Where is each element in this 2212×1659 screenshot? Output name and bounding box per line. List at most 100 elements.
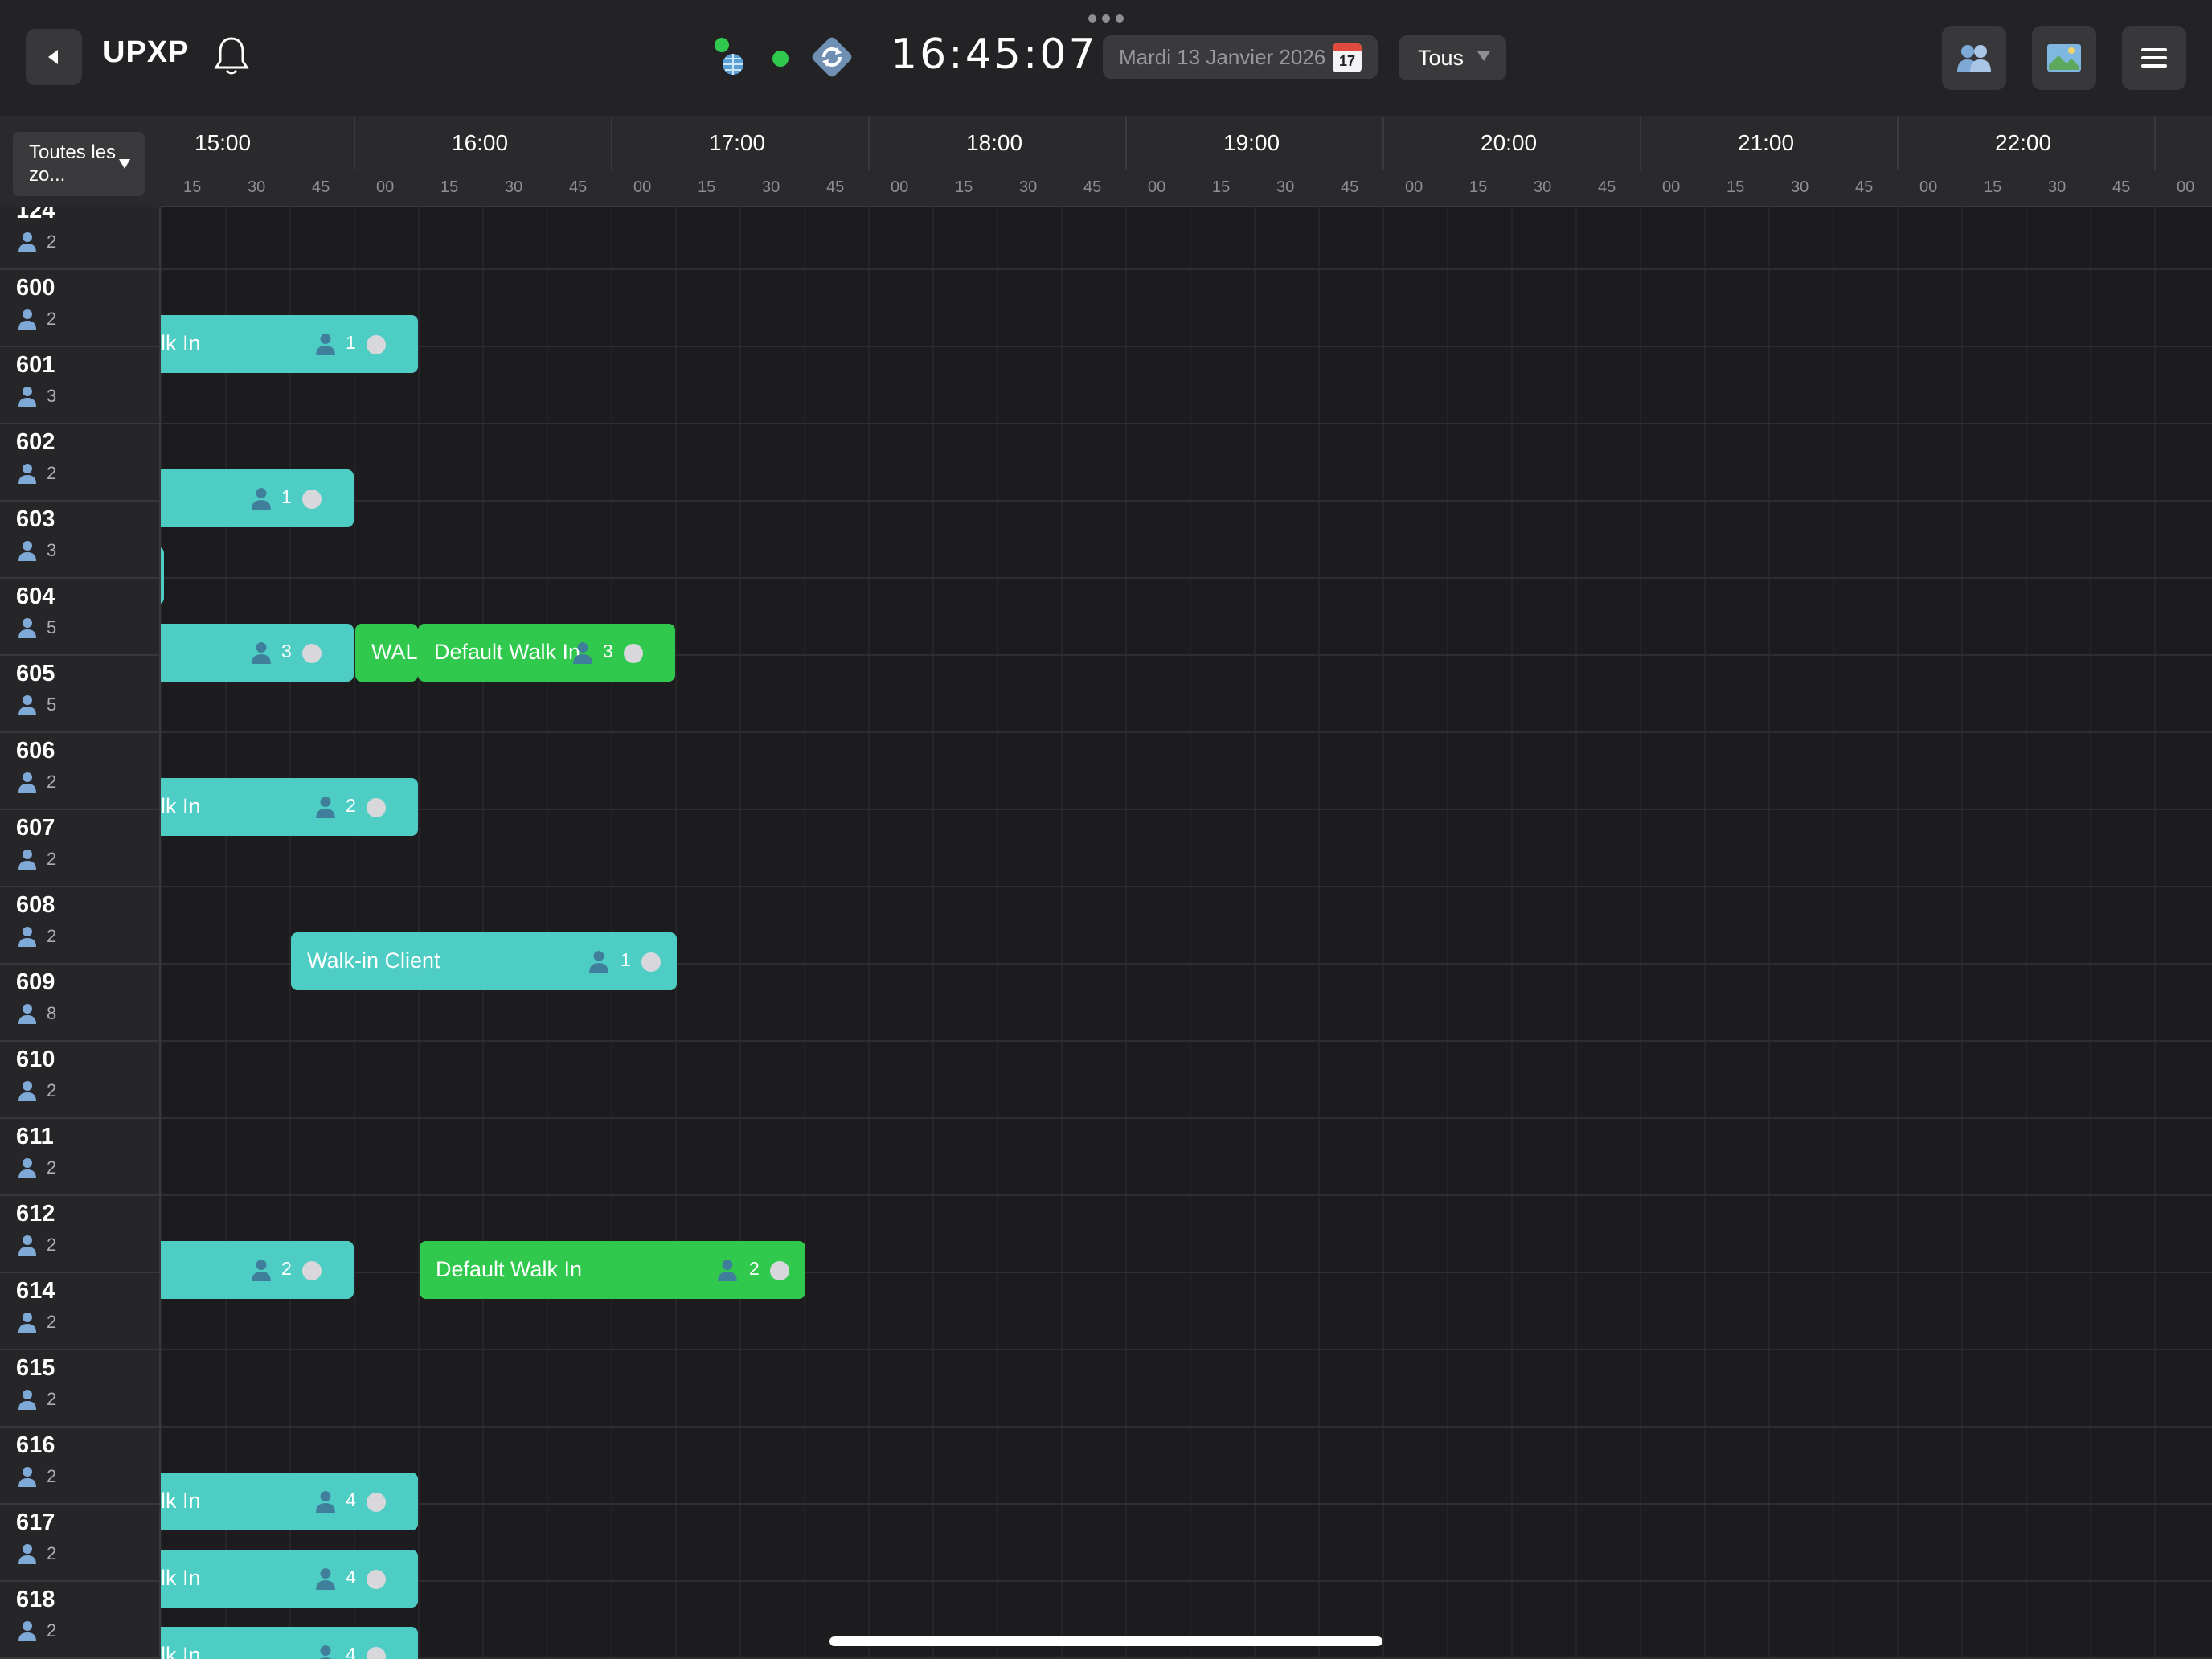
reservation-block[interactable]: Walk-in Client 1 (291, 932, 677, 990)
grid-column-line (225, 207, 227, 1659)
minute-tick: 00 (2177, 178, 2195, 196)
reservation-name: Walk-in Client (307, 948, 440, 973)
hour-divider (611, 117, 612, 170)
grid-row-line (161, 1117, 2212, 1119)
table-row-label[interactable]: 604 5 (0, 579, 159, 656)
table-row-label[interactable]: 602 2 (0, 424, 159, 502)
floor-plan-button[interactable] (2032, 26, 2096, 90)
grid-column-line (1125, 207, 1127, 1659)
reservation-block[interactable]: lk In 4 (161, 1473, 418, 1530)
table-row-label[interactable]: 617 2 (0, 1505, 159, 1582)
grid-row-line (161, 346, 2212, 347)
status-dot-icon (367, 798, 386, 817)
minute-tick: 30 (248, 178, 266, 196)
reservation-block[interactable]: lk In 2 (161, 778, 418, 836)
grid-column-line (675, 207, 677, 1659)
table-number: 608 (16, 892, 55, 918)
reservation-block[interactable]: WAL (355, 624, 418, 682)
menu-button[interactable] (2122, 26, 2186, 90)
person-icon (18, 1543, 37, 1564)
reservation-block[interactable]: lk In 1 (161, 315, 418, 373)
table-row-label[interactable]: 611 2 (0, 1119, 159, 1196)
hour-divider (868, 117, 870, 170)
table-capacity: 5 (47, 617, 57, 637)
grid-column-line (1768, 207, 1770, 1659)
reservation-block[interactable]: lk In 4 (161, 1550, 418, 1608)
person-icon (18, 1312, 37, 1333)
status-filter-value: Tous (1418, 45, 1464, 70)
grid-column-line (1961, 207, 1963, 1659)
table-row-label[interactable]: 124 2 (0, 207, 159, 270)
grid-column-line (1575, 207, 1577, 1659)
person-icon (251, 487, 272, 510)
sync-icon[interactable] (810, 35, 854, 79)
status-dot-icon (770, 1261, 789, 1280)
current-time: 16:45:07 (891, 31, 1098, 79)
table-row-label[interactable]: 600 2 (0, 270, 159, 347)
minute-tick: 30 (1791, 178, 1809, 196)
reservation-block[interactable]: Default Walk In 2 (420, 1241, 805, 1299)
hour-divider (354, 117, 355, 170)
reservation-block[interactable]: lk In 4 (161, 1627, 418, 1659)
guests-button[interactable] (1942, 26, 2006, 90)
table-number: 604 (16, 584, 55, 609)
table-row-label[interactable]: 612 2 (0, 1196, 159, 1273)
bell-icon[interactable] (212, 35, 251, 77)
table-row-label[interactable]: 601 3 (0, 347, 159, 424)
grid-column-line (932, 207, 934, 1659)
minute-tick: 30 (762, 178, 780, 196)
top-bar: UPXP 16:45:07 Mardi 13 Janvier 2026 17 T… (0, 0, 2212, 117)
reservation-guest-count: 3 (281, 641, 292, 662)
table-row-label[interactable]: 608 2 (0, 887, 159, 965)
home-indicator[interactable] (830, 1636, 1382, 1646)
reservation-block[interactable]: 2 (161, 1241, 354, 1299)
person-icon (315, 1645, 336, 1659)
grid-row-line (161, 1426, 2212, 1428)
minute-tick: 15 (183, 178, 202, 196)
zone-filter-dropdown[interactable]: Toutes les zo... (13, 132, 145, 196)
minute-tick: 15 (1469, 178, 1488, 196)
minute-tick: 00 (891, 178, 909, 196)
table-row-label[interactable]: 615 2 (0, 1350, 159, 1428)
reservation-block[interactable]: 3 (161, 624, 354, 682)
table-row-label[interactable]: 609 8 (0, 965, 159, 1042)
status-dot-icon (367, 1647, 386, 1659)
grid-row-line (161, 1580, 2212, 1582)
minute-tick: 45 (2112, 178, 2131, 196)
status-filter-dropdown[interactable]: Tous (1399, 35, 1506, 80)
chevron-down-icon (1477, 51, 1490, 61)
reservation-block[interactable]: 1 (161, 469, 354, 527)
minute-tick: 30 (1534, 178, 1552, 196)
reservation-block[interactable]: Default Walk In 3 (418, 624, 675, 682)
table-capacity: 2 (47, 1466, 57, 1486)
app-title: UPXP (103, 35, 190, 69)
back-button[interactable] (26, 29, 82, 85)
multitasking-handle[interactable] (1088, 14, 1124, 23)
person-icon (18, 772, 37, 793)
grid-row-line (161, 423, 2212, 424)
reservation-block[interactable] (161, 547, 164, 604)
table-row-label[interactable]: 618 2 (0, 1582, 159, 1659)
table-row-label[interactable]: 610 2 (0, 1042, 159, 1119)
table-capacity: 2 (47, 1620, 57, 1641)
date-picker[interactable]: Mardi 13 Janvier 2026 17 (1103, 35, 1378, 79)
grid-column-line (161, 207, 162, 1659)
table-row-label[interactable]: 603 3 (0, 502, 159, 579)
table-capacity: 2 (47, 1080, 57, 1100)
minute-tick: 45 (1598, 178, 1616, 196)
table-row-label[interactable]: 605 5 (0, 656, 159, 733)
table-row-label[interactable]: 614 2 (0, 1273, 159, 1350)
grid-column-line (2090, 207, 2091, 1659)
table-row-label[interactable]: 606 2 (0, 733, 159, 810)
grid-row-line (161, 809, 2212, 810)
minute-tick: 45 (569, 178, 588, 196)
table-row-label[interactable]: 607 2 (0, 810, 159, 887)
table-capacity: 2 (47, 231, 57, 252)
grid-column-line (289, 207, 291, 1659)
grid-row-line (161, 268, 2212, 270)
table-row-label[interactable]: 616 2 (0, 1428, 159, 1505)
reservation-grid[interactable]: lk In 1 1 3 WAL Default Walk In 3 lk In 2 Walk-in… (161, 207, 2212, 1659)
table-number: 615 (16, 1355, 55, 1381)
person-icon (18, 1080, 37, 1101)
table-list: 124 2 600 2 601 3 602 2 603 3 604 5 605 5 606 2 607 2 608 2… (0, 207, 161, 1659)
